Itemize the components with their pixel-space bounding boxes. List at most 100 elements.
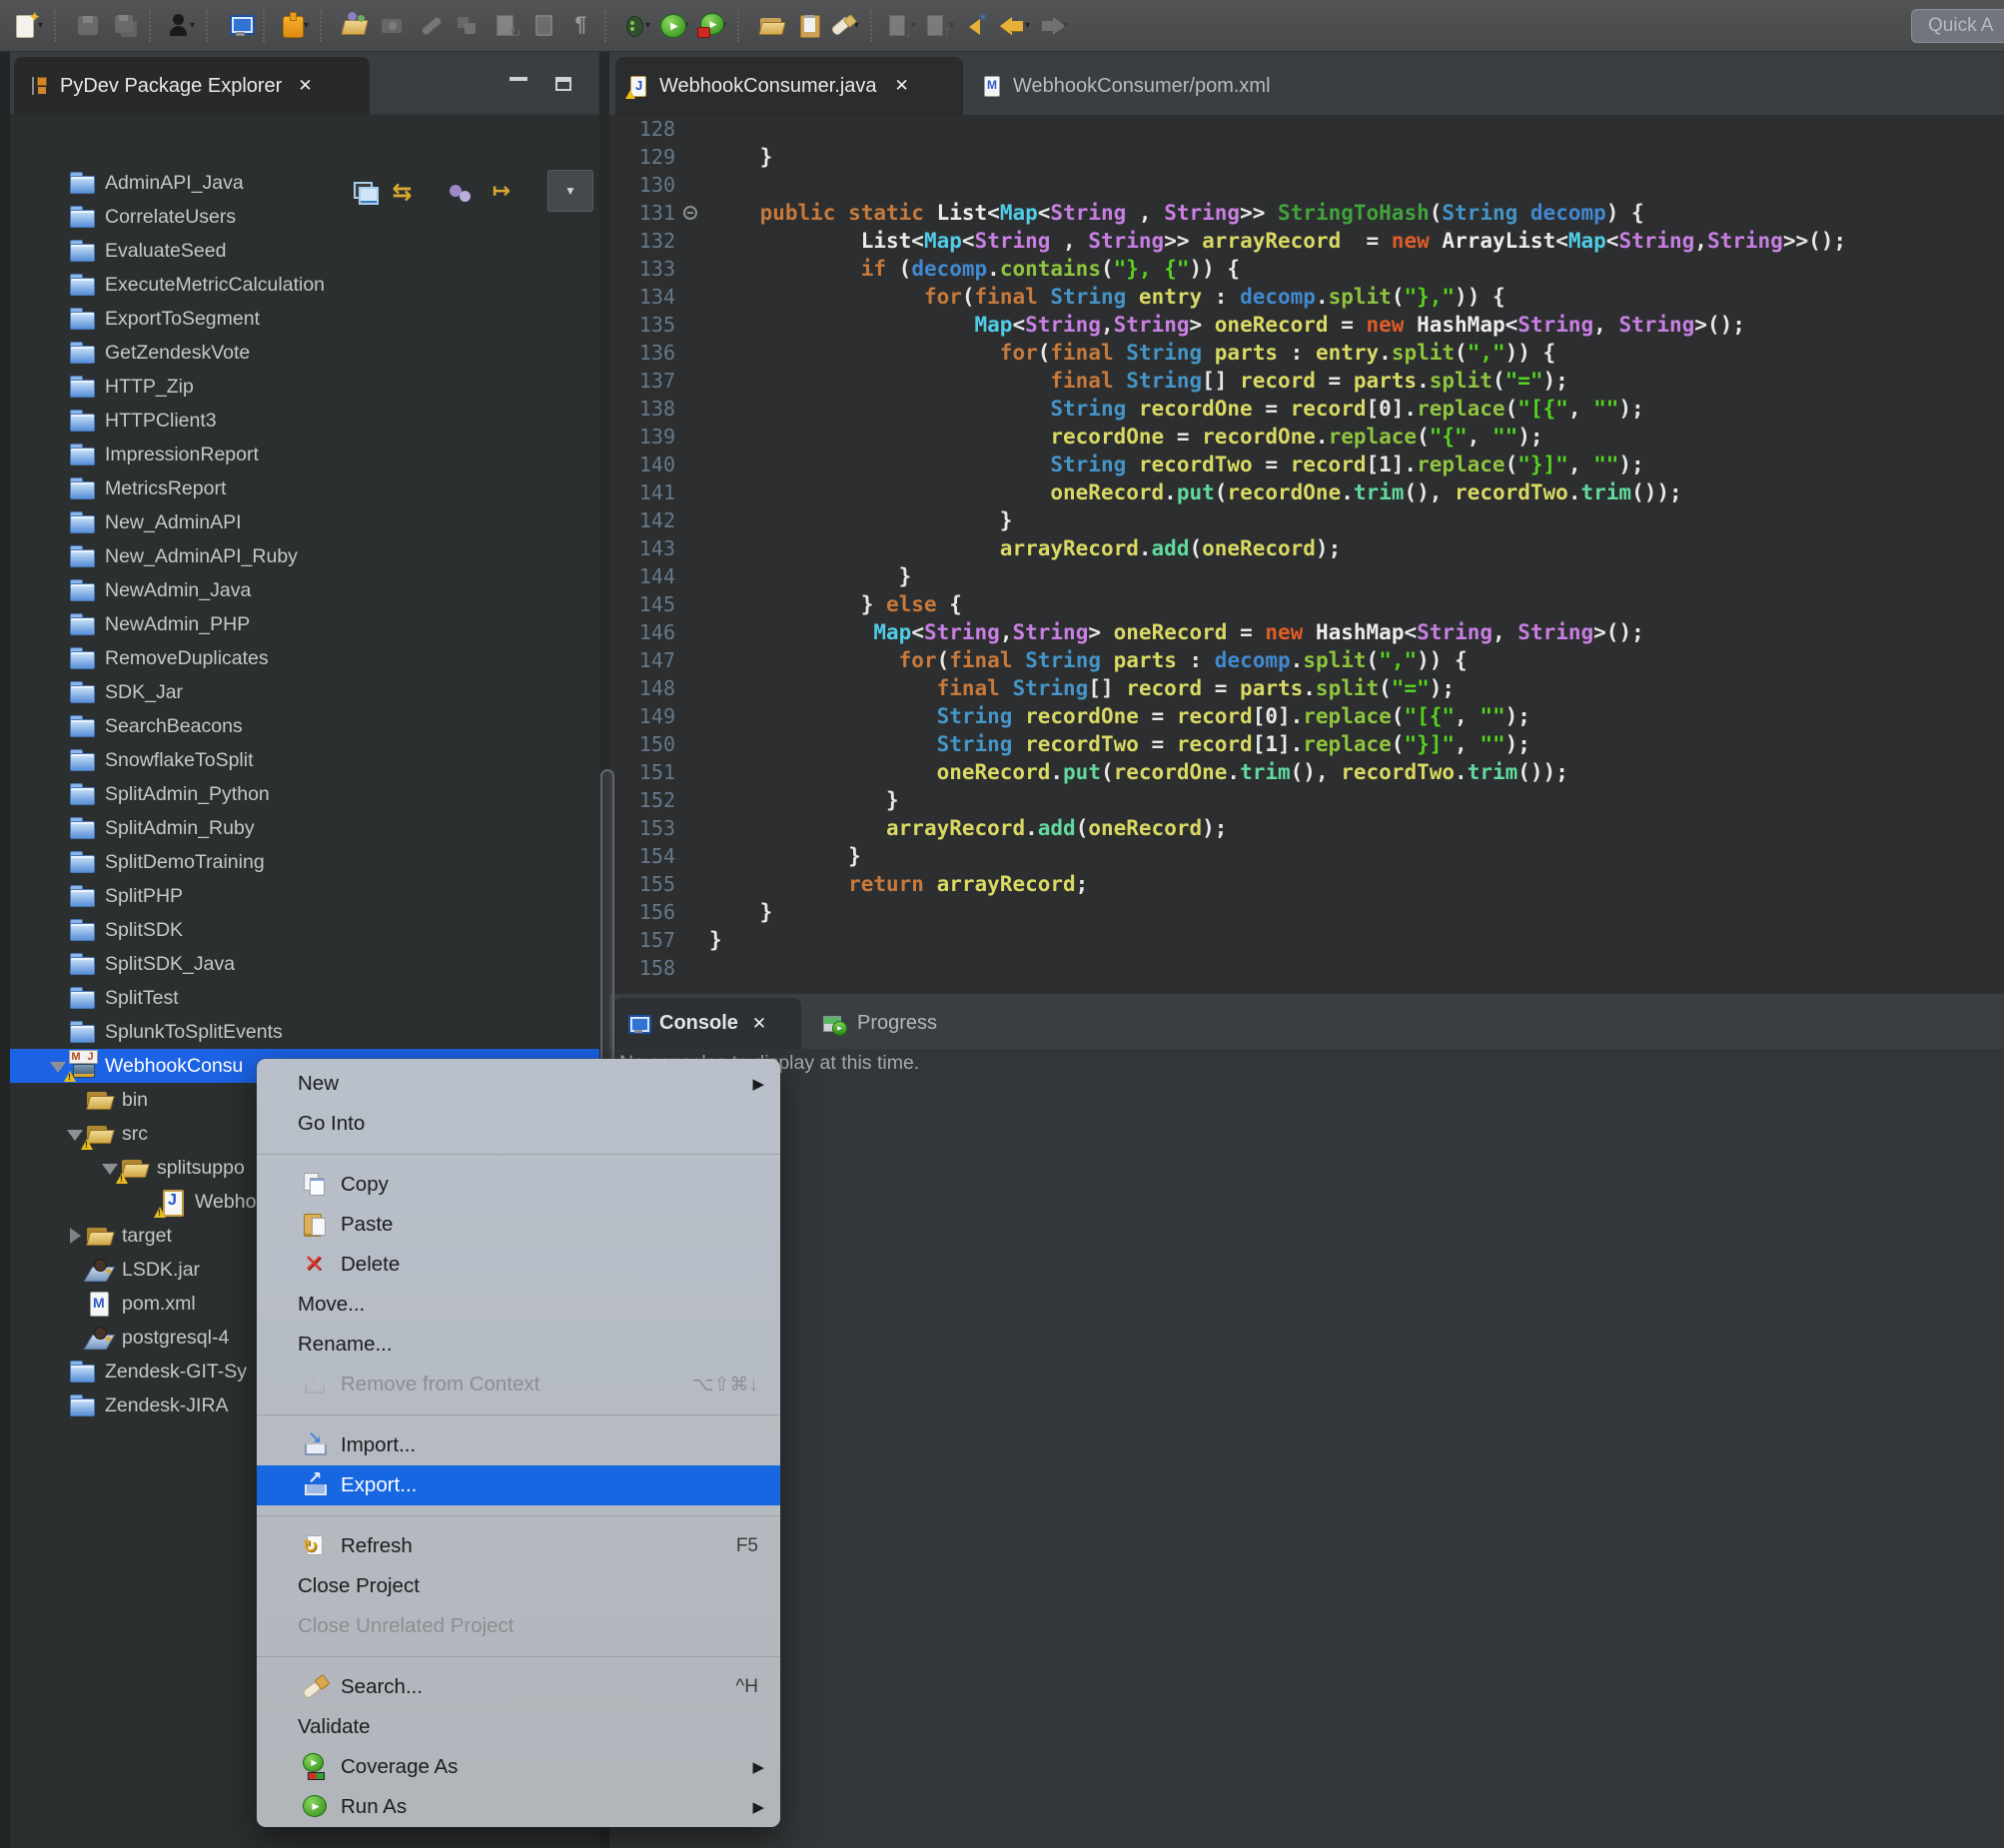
twisty-spacer	[48, 505, 69, 539]
close-icon[interactable]: ✕	[752, 1014, 766, 1034]
tree-item[interactable]: HTTP_Zip	[10, 370, 599, 404]
tree-item[interactable]: AdminAPI_Java	[10, 166, 599, 200]
twisty-right-icon[interactable]	[65, 1219, 86, 1253]
tree-item[interactable]: ImpressionReport	[10, 438, 599, 471]
mark-occurrences-button[interactable]	[828, 6, 866, 46]
run-button[interactable]	[657, 6, 695, 46]
new-wizard-button[interactable]	[12, 6, 50, 46]
tree-item[interactable]: SplitTest	[10, 981, 599, 1015]
code-token: ());	[1631, 480, 1682, 504]
tree-item-label: EvaluateSeed	[105, 240, 226, 263]
code-line: 148 final String[] record = parts.split(…	[609, 674, 2004, 702]
profile-button[interactable]	[695, 6, 733, 46]
code-token: [1].	[1366, 453, 1417, 476]
menu-item-new[interactable]: New▶	[257, 1064, 780, 1104]
menu-item-paste[interactable]: Paste	[257, 1205, 780, 1245]
collapse-icon[interactable]	[683, 206, 697, 220]
maximize-button[interactable]	[555, 77, 571, 91]
tree-item[interactable]: SplitSDK	[10, 913, 599, 947]
code-token: List	[937, 201, 988, 225]
tree-item[interactable]: MetricsReport	[10, 471, 599, 505]
tree-item[interactable]: SnowflakeToSplit	[10, 743, 599, 777]
menu-item-rename[interactable]: Rename...	[257, 1325, 780, 1365]
new-package-button[interactable]	[278, 6, 316, 46]
tree-item[interactable]: SDK_Jar	[10, 675, 599, 709]
tree-item[interactable]: New_AdminAPI_Ruby	[10, 539, 599, 573]
code-token: );	[1505, 704, 1530, 728]
back-button[interactable]	[999, 6, 1037, 46]
minimize-button[interactable]	[509, 77, 527, 81]
code-token: decomp	[911, 257, 987, 281]
explorer-scrollbar-thumb[interactable]	[600, 769, 614, 1091]
menu-item-import[interactable]: Import...	[257, 1425, 780, 1465]
show-whitespace-button[interactable]	[562, 6, 600, 46]
menu-item-label: Coverage As	[341, 1755, 458, 1779]
menu-item-search[interactable]: Search...^H	[257, 1667, 780, 1707]
tree-item[interactable]: SplitAdmin_Python	[10, 777, 599, 811]
close-icon[interactable]: ✕	[298, 76, 312, 96]
menu-item-refresh[interactable]: RefreshF5	[257, 1526, 780, 1566]
twisty-spacer	[48, 370, 69, 404]
open-terminal-button[interactable]	[221, 6, 259, 46]
paste-clipboard-button[interactable]	[790, 6, 828, 46]
code-token: recordTwo	[1025, 732, 1139, 756]
tree-item-label: SplitAdmin_Python	[105, 783, 270, 806]
tree-item[interactable]: CorrelateUsers	[10, 200, 599, 234]
folder-blue-icon	[69, 306, 95, 332]
editor-tab-java[interactable]: WebhookConsumer.java ✕	[615, 57, 963, 115]
console-tab[interactable]: Console ✕	[613, 998, 801, 1049]
menu-item-run-as[interactable]: Run As▶	[257, 1787, 780, 1827]
code-token: )) {	[1505, 341, 1556, 365]
tree-item[interactable]: GetZendeskVote	[10, 336, 599, 370]
code-token: ,	[1568, 397, 1593, 421]
folder-open-icon	[86, 1223, 112, 1249]
menu-item-go-into[interactable]: Go Into	[257, 1104, 780, 1144]
menu-separator	[257, 1154, 780, 1155]
tree-item-label: SplitTest	[105, 987, 179, 1010]
fold-column	[679, 702, 703, 730]
menu-item-coverage-as[interactable]: Coverage As▶	[257, 1747, 780, 1787]
tree-item[interactable]: RemoveDuplicates	[10, 641, 599, 675]
code-token: <	[911, 229, 924, 253]
tree-item[interactable]: SplitAdmin_Ruby	[10, 811, 599, 845]
tree-item[interactable]: SplunkToSplitEvents	[10, 1015, 599, 1049]
editor-tab-pom[interactable]: WebhookConsumer/pom.xml	[969, 57, 1359, 115]
code-token: (),	[1291, 760, 1342, 784]
package-explorer-tab[interactable]: PyDev Package Explorer ✕	[14, 57, 370, 115]
fold-column	[679, 646, 703, 674]
tree-item[interactable]: NewAdmin_PHP	[10, 607, 599, 641]
code-token: }	[760, 145, 773, 169]
progress-tab[interactable]: Progress	[809, 998, 1009, 1049]
line-number: 145	[609, 592, 679, 616]
menu-item-export[interactable]: Export...	[257, 1465, 780, 1505]
tree-item[interactable]: SearchBeacons	[10, 709, 599, 743]
code-token: record	[1177, 704, 1253, 728]
code-token: ","	[1379, 648, 1417, 672]
code-area[interactable]: 128129 }130131 public static List<Map<St…	[609, 115, 2004, 982]
menu-item-label: Remove from Context	[341, 1373, 539, 1396]
menu-item-move[interactable]: Move...	[257, 1285, 780, 1325]
import-projects-button[interactable]	[335, 6, 373, 46]
quick-access-input[interactable]: Quick A	[1911, 9, 2004, 43]
tree-item[interactable]: NewAdmin_Java	[10, 573, 599, 607]
tree-item[interactable]: HTTPClient3	[10, 404, 599, 438]
tree-item[interactable]: EvaluateSeed	[10, 234, 599, 268]
open-folder-button[interactable]	[752, 6, 790, 46]
tree-item[interactable]: ExecuteMetricCalculation	[10, 268, 599, 302]
tree-item[interactable]: ExportToSegment	[10, 302, 599, 336]
tree-item[interactable]: New_AdminAPI	[10, 505, 599, 539]
menu-item-copy[interactable]: Copy	[257, 1165, 780, 1205]
tree-item[interactable]: SplitPHP	[10, 879, 599, 913]
close-icon[interactable]: ✕	[895, 76, 909, 96]
last-edit-location-button[interactable]	[961, 6, 999, 46]
tree-item[interactable]: SplitSDK_Java	[10, 947, 599, 981]
menu-item-delete[interactable]: Delete	[257, 1245, 780, 1285]
folder-blue-icon	[69, 238, 95, 264]
code-line: 149 String recordOne = record[0].replace…	[609, 702, 2004, 730]
menu-item-close-project[interactable]: Close Project	[257, 1566, 780, 1606]
user-profile-button[interactable]	[164, 6, 202, 46]
fold-marker[interactable]	[679, 199, 703, 227]
menu-item-validate[interactable]: Validate	[257, 1707, 780, 1747]
tree-item[interactable]: SplitDemoTraining	[10, 845, 599, 879]
debug-button[interactable]	[619, 6, 657, 46]
